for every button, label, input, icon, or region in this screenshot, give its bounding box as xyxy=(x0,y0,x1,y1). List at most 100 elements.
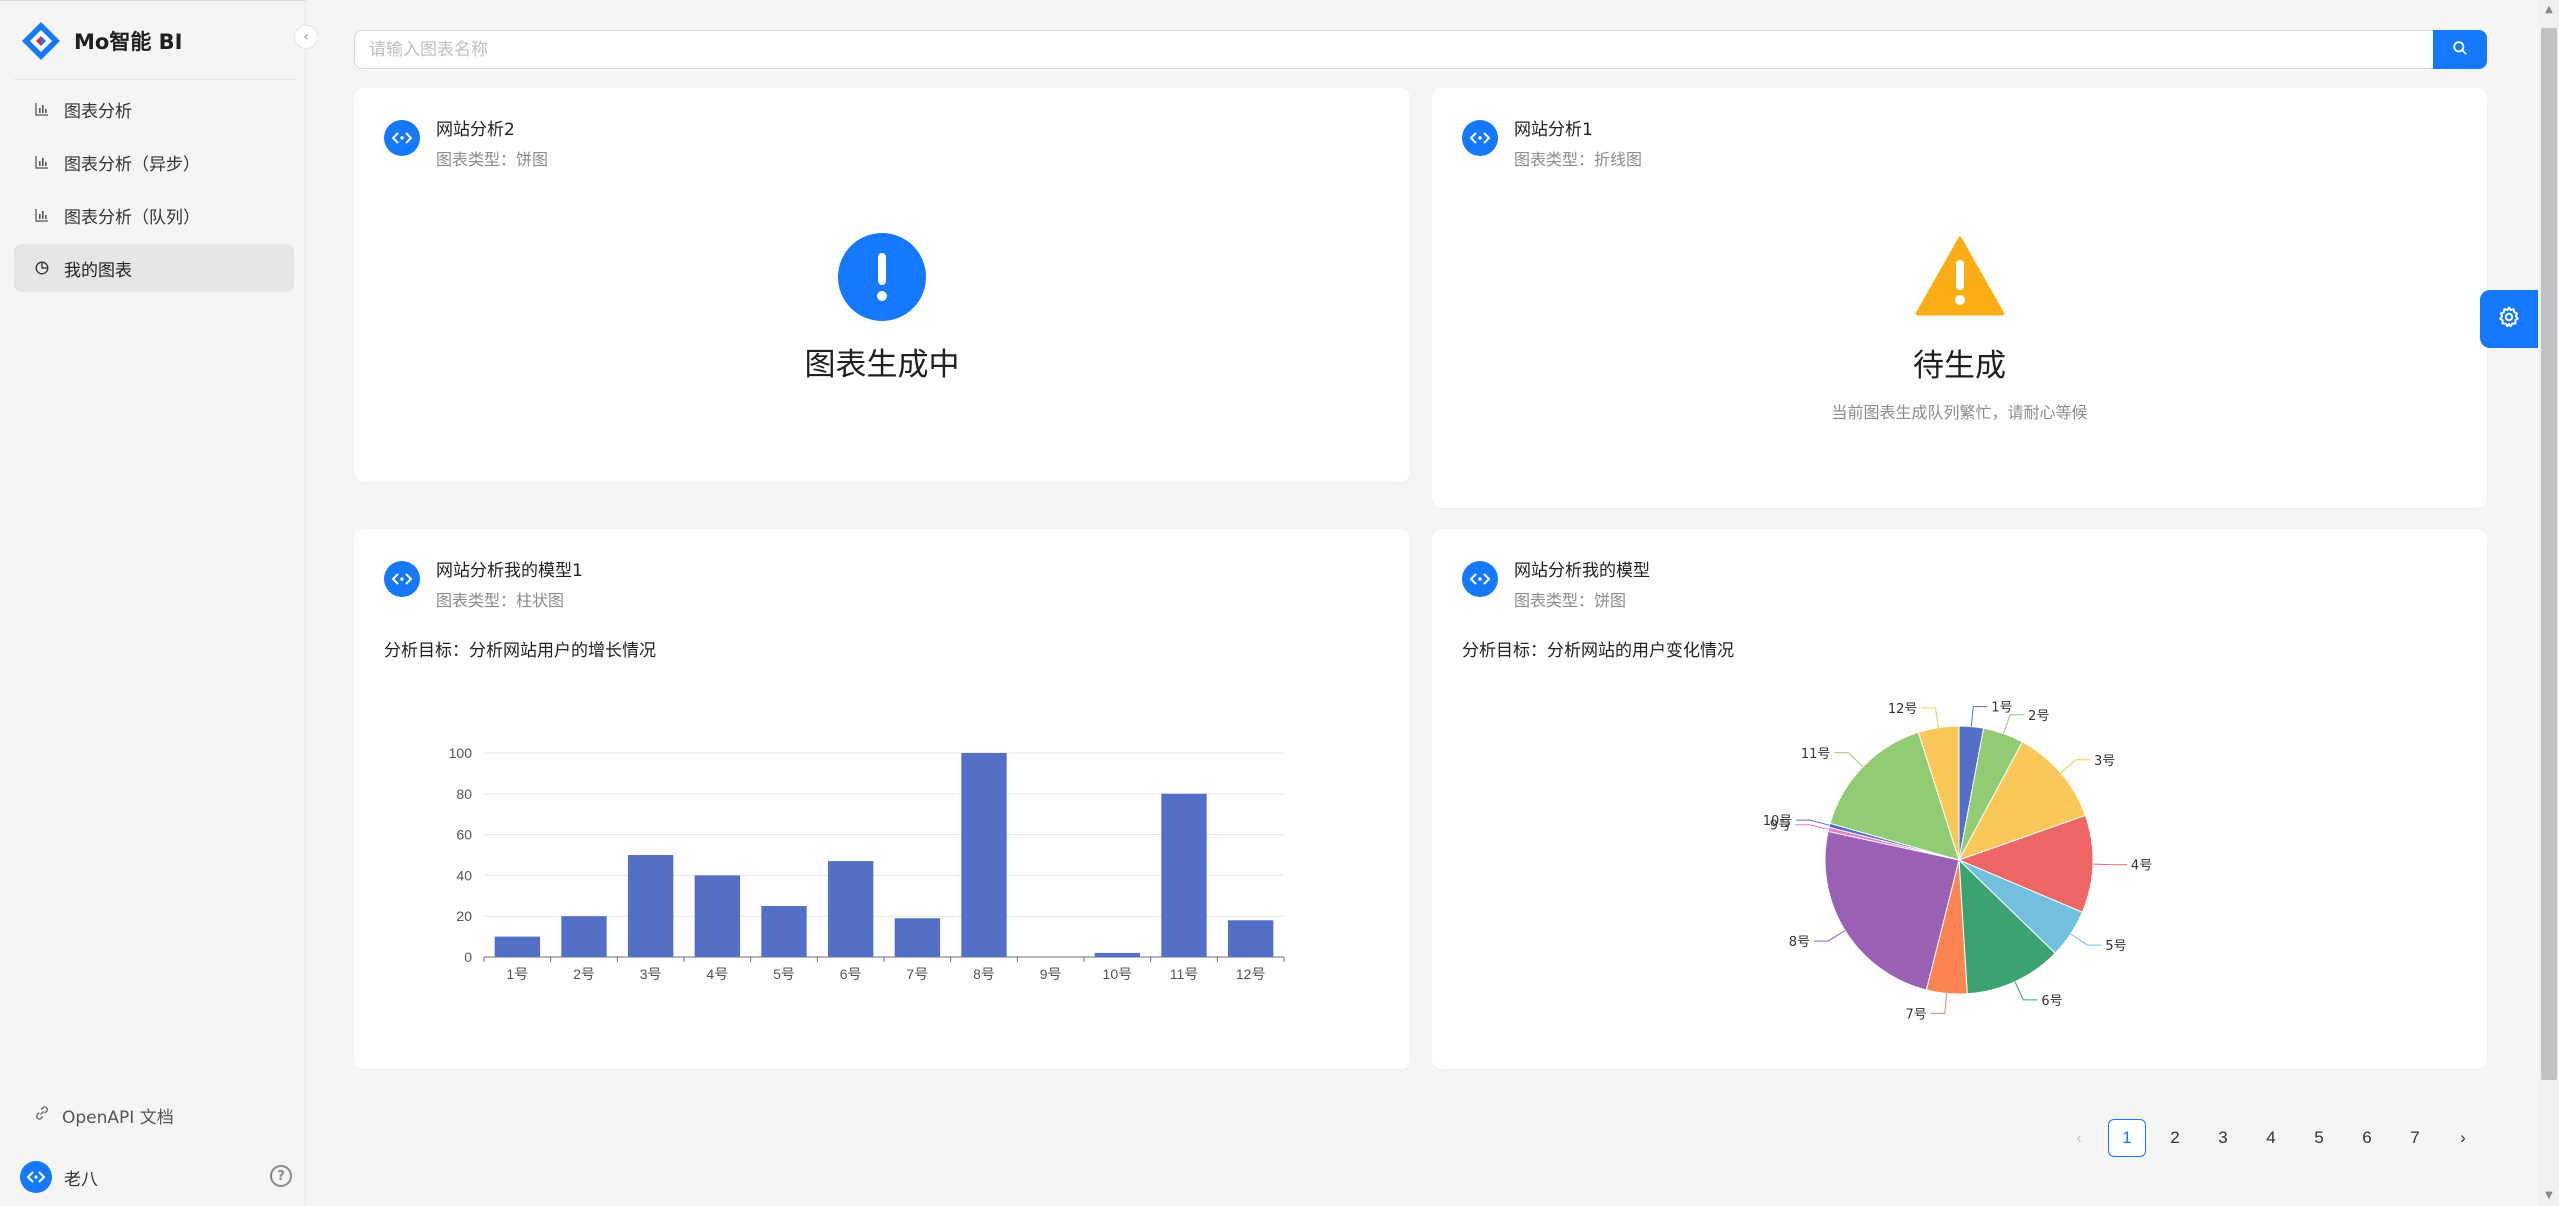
search-input[interactable] xyxy=(354,30,2433,69)
pie-label-line xyxy=(2014,981,2038,1001)
link-icon xyxy=(34,1105,50,1126)
pie-label-line xyxy=(2092,863,2127,866)
bar-chart-icon xyxy=(34,154,50,170)
status-title: 图表生成中 xyxy=(804,347,960,383)
bar xyxy=(1228,920,1274,957)
chart-card: 网站分析我的模型1 图表类型：柱状图 分析目标：分析网站用户的增长情况 0 20 4… xyxy=(354,529,1410,1069)
pie-slice-label: 1号 xyxy=(1991,701,2012,716)
sidebar-item-chart-analysis-async[interactable]: 图表分析（异步） xyxy=(14,138,294,186)
bar-chart-icon xyxy=(34,207,50,223)
pie-chart-icon xyxy=(34,260,50,276)
openapi-docs-link[interactable]: OpenAPI 文档 xyxy=(34,1103,174,1128)
pie-label-line xyxy=(2060,759,2090,774)
page-2-button[interactable]: 2 xyxy=(2156,1119,2194,1157)
pie-label-line xyxy=(1834,752,1864,768)
bar xyxy=(1094,952,1140,957)
pie-label-line xyxy=(2070,933,2102,946)
y-tick-label: 20 xyxy=(456,908,472,924)
bar xyxy=(628,855,674,957)
bar-chart: 0 20 40 60 80 100 1号 2号 3号 4号 5号 6号 7号 8号 9号 10号 11号 12号 xyxy=(449,745,1285,982)
sidebar-item-my-charts[interactable]: 我的图表 xyxy=(14,244,294,292)
search-button[interactable] xyxy=(2433,30,2487,69)
bar xyxy=(1161,793,1207,957)
user-name: 老八 xyxy=(64,1169,98,1190)
page-4-button[interactable]: 4 xyxy=(2252,1119,2290,1157)
card-title: 网站分析1 xyxy=(1514,120,1593,140)
pie-slice-label: 8号 xyxy=(1789,935,1810,950)
bar xyxy=(694,875,740,957)
page-7-button[interactable]: 7 xyxy=(2396,1119,2434,1157)
status-block: 待生成 当前图表生成队列繁忙，请耐心等候 xyxy=(1432,236,2487,423)
pie-slice-label: 6号 xyxy=(2041,994,2062,1009)
card-header: 网站分析1 图表类型：折线图 xyxy=(1462,118,1642,172)
chart-card: 网站分析2 图表类型：饼图 图表生成中 xyxy=(354,88,1410,482)
sidebar-menu: 图表分析 图表分析（异步） 图表分析（队列） 我的图表 xyxy=(14,85,294,297)
bar xyxy=(894,918,940,957)
chart-card: 网站分析1 图表类型：折线图 待生成 当前图表生成队列繁忙，请耐心等候 xyxy=(1432,88,2487,508)
sidebar: Mo智能 BI 图表分析 图表分析（异步） 图表分析（队列） 我的图表 Open… xyxy=(0,0,306,1206)
bar xyxy=(828,861,874,957)
scroll-up-icon[interactable]: ▲ xyxy=(2543,4,2555,15)
x-tick-label: 3号 xyxy=(640,966,662,982)
app-title: Mo智能 BI xyxy=(74,30,183,54)
x-tick-label: 6号 xyxy=(840,966,862,982)
status-description: 当前图表生成队列繁忙，请耐心等候 xyxy=(1831,403,2088,422)
pie-slice-label: 3号 xyxy=(2094,754,2115,769)
status-title: 待生成 xyxy=(1913,348,2006,384)
scrollbar-thumb[interactable] xyxy=(2541,28,2557,1080)
pie-slice-label: 2号 xyxy=(2028,709,2049,724)
x-tick-label: 8号 xyxy=(973,966,995,982)
pagination-next-button[interactable]: › xyxy=(2444,1119,2482,1157)
sidebar-item-chart-analysis[interactable]: 图表分析 xyxy=(14,85,294,133)
x-tick-label: 7号 xyxy=(906,966,928,982)
avatar xyxy=(384,120,420,156)
chart-card: 网站分析我的模型 图表类型：饼图 分析目标：分析网站的用户变化情况 1号 2号 3号… xyxy=(1432,529,2487,1069)
logo-icon xyxy=(20,20,62,62)
card-subtitle: 图表类型：折线图 xyxy=(1514,150,1643,169)
pie-slice-label: 4号 xyxy=(2131,859,2152,874)
card-title: 网站分析2 xyxy=(436,120,515,140)
x-tick-label: 11号 xyxy=(1170,966,1199,982)
status-block: 图表生成中 xyxy=(354,233,1410,384)
avatar xyxy=(1462,120,1498,156)
avatar xyxy=(20,1161,52,1193)
gear-icon xyxy=(2497,305,2521,333)
card-subtitle: 图表类型：饼图 xyxy=(436,150,549,169)
page-5-button[interactable]: 5 xyxy=(2300,1119,2338,1157)
page-1-button[interactable]: 1 xyxy=(2108,1119,2146,1157)
collapse-sidebar-button[interactable]: ‹ xyxy=(294,25,318,49)
settings-button[interactable] xyxy=(2480,290,2538,348)
x-tick-label: 10号 xyxy=(1103,966,1133,982)
pie-label-line xyxy=(1930,993,1948,1014)
warning-icon xyxy=(1915,236,2004,316)
y-tick-label: 60 xyxy=(456,827,472,843)
sidebar-item-label: 我的图表 xyxy=(64,260,132,281)
bar xyxy=(561,916,607,957)
bar xyxy=(494,936,540,957)
search-icon xyxy=(2452,40,2468,60)
divider xyxy=(14,79,295,80)
pagination: ‹ 1 2 3 4 5 6 7 › xyxy=(2060,1119,2482,1157)
bar xyxy=(761,906,807,957)
pie-label-line xyxy=(1970,706,1988,727)
help-icon[interactable]: ? xyxy=(270,1165,292,1187)
page-6-button[interactable]: 6 xyxy=(2348,1119,2386,1157)
pie-slice-label: 10号 xyxy=(1763,814,1793,829)
bar xyxy=(961,753,1007,957)
x-tick-label: 9号 xyxy=(1040,966,1062,982)
pie-slice-label: 5号 xyxy=(2105,939,2126,954)
page-3-button[interactable]: 3 xyxy=(2204,1119,2242,1157)
pie-chart: 1号2号3号4号5号6号7号8号9号10号11号12号 xyxy=(1763,701,2153,1023)
openapi-docs-label: OpenAPI 文档 xyxy=(62,1108,174,1128)
pie-slice-label: 11号 xyxy=(1801,747,1831,762)
user-profile[interactable]: 老八 ? xyxy=(20,1161,292,1193)
sidebar-item-label: 图表分析（异步） xyxy=(64,154,200,175)
y-tick-label: 80 xyxy=(456,786,472,802)
card-header: 网站分析2 图表类型：饼图 xyxy=(384,118,548,172)
y-tick-label: 40 xyxy=(456,867,472,883)
sidebar-item-chart-analysis-queue[interactable]: 图表分析（队列） xyxy=(14,191,294,239)
pagination-prev-button[interactable]: ‹ xyxy=(2060,1119,2098,1157)
info-circle-icon xyxy=(838,233,926,321)
scroll-down-icon[interactable]: ▼ xyxy=(2543,1190,2555,1201)
brand[interactable]: Mo智能 BI xyxy=(20,19,182,63)
